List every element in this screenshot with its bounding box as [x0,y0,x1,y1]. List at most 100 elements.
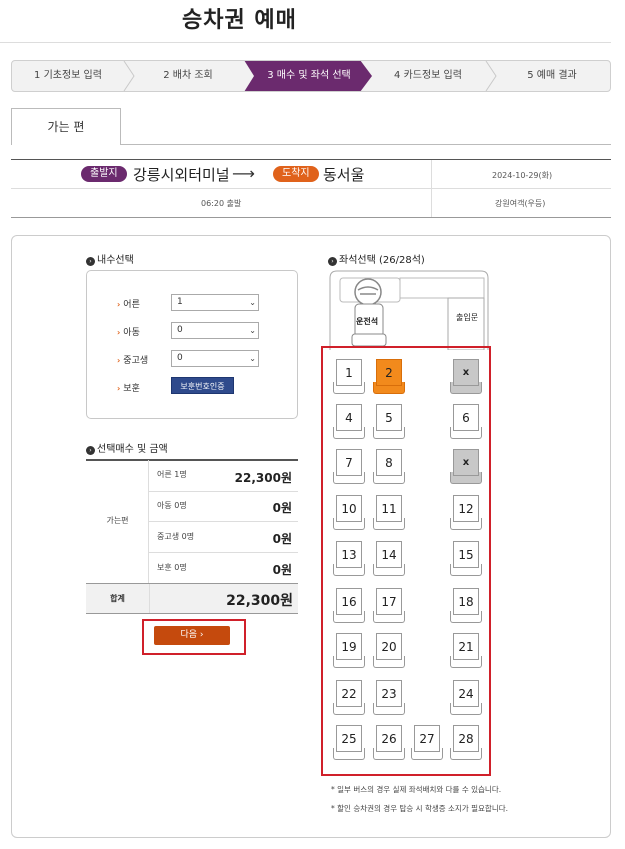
seat-21[interactable]: 21 [449,631,483,669]
price-row-value: 0원 [272,532,292,546]
seat-5[interactable]: 5 [372,402,406,440]
step-5: 5 예매 결과 [527,70,577,81]
seat-10[interactable]: 10 [332,493,366,531]
next-button[interactable]: 다음 › [154,626,230,645]
seat-20[interactable]: 20 [372,631,406,669]
departure-badge: 출발지 [81,166,127,182]
seat-number: 24 [453,680,479,707]
veteran-label: › 보훈 [117,384,140,394]
seat-11[interactable]: 11 [372,493,406,531]
adult-label-text: 어른 [123,300,140,310]
step-bar: 1 기초정보 입력 2 배차 조회 3 매수 및 좌석 선택 4 카드정보 입력… [11,60,611,92]
arrival-badge: 도착지 [273,166,319,182]
seat-13[interactable]: 13 [332,539,366,577]
seat-27[interactable]: 27 [410,723,444,761]
departure-date: 2024-10-29(화) [492,171,553,180]
seat-note: * 일부 버스의 경우 실제 좌석배치와 다를 수 있습니다. [331,785,502,794]
seat-number: 20 [376,633,402,660]
seat-number: 4 [336,404,362,431]
student-count-value: 0 [177,353,183,363]
tab-underline [121,144,611,145]
count-section-title-text: 내수선택 [97,255,134,266]
seat-14[interactable]: 14 [372,539,406,577]
seat-6[interactable]: 6 [449,402,483,440]
seat-number: 23 [376,680,402,707]
step-3-active: 3 매수 및 좌석 선택 [267,70,351,81]
student-count-select[interactable]: 0 ⌄ [171,350,259,367]
seat-4[interactable]: 4 [332,402,366,440]
seat-19[interactable]: 19 [332,631,366,669]
bullet-icon: › [328,257,337,266]
adult-count-value: 1 [177,297,183,307]
seat-26[interactable]: 26 [372,723,406,761]
seat-number: 26 [376,725,402,752]
price-row-label: 어른 1명 [157,470,187,479]
child-count-select[interactable]: 0 ⌄ [171,322,259,339]
adult-label: › 어른 [117,300,140,310]
seat-number: 27 [414,725,440,752]
page-title: 승차권 예매 [182,8,297,33]
price-row-value: 0원 [272,501,292,515]
seat-number: 15 [453,541,479,568]
child-count-value: 0 [177,325,183,335]
seat-28[interactable]: 28 [449,723,483,761]
title-divider [0,42,611,43]
price-section-title-text: 선택매수 및 금액 [97,444,168,455]
seat-7[interactable]: 7 [332,447,366,485]
student-label: › 중고생 [117,356,149,366]
price-row-divider [149,552,298,553]
seat-15[interactable]: 15 [449,539,483,577]
bullet-icon: › [86,446,95,455]
departure-time: 06:20 출발 [201,199,242,208]
count-section-title: › 내수선택 [86,251,134,266]
seat-number: 11 [376,495,402,522]
seat-number: 14 [376,541,402,568]
seat-number: x [453,449,479,476]
seat-number: 7 [336,449,362,476]
entrance-label: 출입문 [456,313,479,322]
bus-company: 강원여객(우등) [495,199,546,208]
seat-18[interactable]: 18 [449,586,483,624]
seat-16[interactable]: 16 [332,586,366,624]
route-table-divider [11,188,611,189]
route-table-top [11,159,611,160]
seat-22[interactable]: 22 [332,678,366,716]
seat-sold: x [449,447,483,485]
seat-number: 22 [336,680,362,707]
total-divider [149,584,150,613]
step-2: 2 배차 조회 [163,70,213,81]
price-category-cell: 가는편 [86,460,149,583]
price-row-divider [149,521,298,522]
seat-25[interactable]: 25 [332,723,366,761]
step-4: 4 카드정보 입력 [394,70,462,81]
seat-note: * 할인 승차권의 경우 탑승 시 학생증 소지가 필요합니다. [331,804,509,813]
seat-number: 17 [376,588,402,615]
seat-number: 21 [453,633,479,660]
seat-number: 25 [336,725,362,752]
seat-12[interactable]: 12 [449,493,483,531]
seat-number: 18 [453,588,479,615]
tab-outbound[interactable]: 가는 편 [11,108,121,145]
chevron-down-icon: ⌄ [249,298,256,307]
child-label-text: 아동 [123,328,140,338]
adult-count-select[interactable]: 1 ⌄ [171,294,259,311]
seat-number: 19 [336,633,362,660]
seat-number: x [453,359,479,386]
seat-number: 16 [336,588,362,615]
total-label: 합계 [110,594,125,603]
seat-1[interactable]: 1 [332,357,366,395]
seat-section-title-text: 좌석선택 (26/28석) [339,255,425,266]
seat-8[interactable]: 8 [372,447,406,485]
seat-number: 8 [376,449,402,476]
route-arrow-icon: ⟶ [232,164,255,183]
child-label: › 아동 [117,328,140,338]
seat-23[interactable]: 23 [372,678,406,716]
chevron-down-icon: ⌄ [249,354,256,363]
seat-2[interactable]: 2 [372,357,406,395]
veteran-verify-button[interactable]: 보훈번호인증 [171,377,234,394]
route-table-column-divider [431,160,432,217]
route-table-bottom [11,217,611,218]
seat-24[interactable]: 24 [449,678,483,716]
seat-number: 2 [376,359,402,386]
seat-17[interactable]: 17 [372,586,406,624]
